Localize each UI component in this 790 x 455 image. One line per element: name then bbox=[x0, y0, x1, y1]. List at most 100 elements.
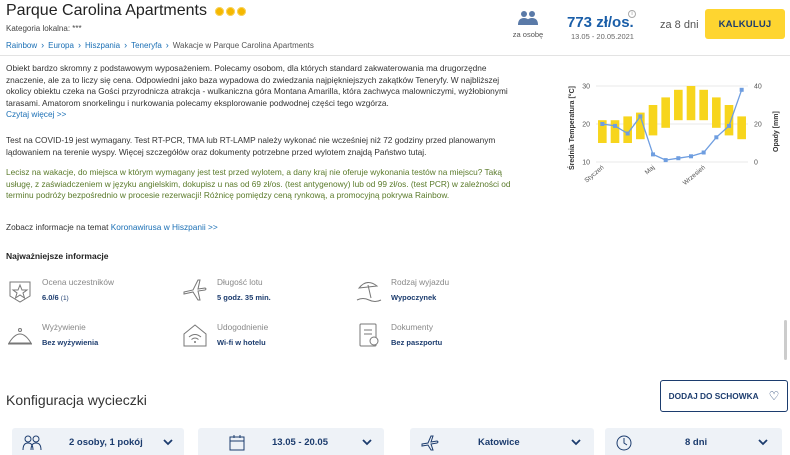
x-tick-label: Wrzesień bbox=[682, 164, 707, 187]
price-dates: 13.05 - 20.05.2021 bbox=[571, 32, 634, 41]
duration-value: 8 dni bbox=[685, 437, 708, 448]
persons-dropdown[interactable]: 2 osoby, 1 pokój bbox=[12, 428, 184, 455]
temperature-bar bbox=[724, 105, 734, 136]
departure-value: Katowice bbox=[478, 437, 520, 448]
price: 773 zł/os. bbox=[567, 14, 634, 31]
star-icon bbox=[237, 6, 246, 16]
chevron-right-icon: › bbox=[77, 40, 81, 50]
description-text: Obiekt bardzo skromny z podstawowym wypo… bbox=[6, 63, 508, 108]
chevron-down-icon bbox=[571, 439, 581, 446]
dates-value: 13.05 - 20.05 bbox=[272, 437, 328, 448]
document-icon bbox=[359, 323, 379, 347]
chevron-right-icon: › bbox=[41, 40, 45, 50]
info-value: Bez paszportu bbox=[391, 338, 443, 347]
info-value: Bez wyżywienia bbox=[42, 338, 99, 347]
y-tick-label-right: 20 bbox=[754, 122, 762, 129]
info-trip-type: Rodzaj wyjazdu Wypoczynek bbox=[355, 276, 515, 316]
info-value: 5 godz. 35 min. bbox=[217, 293, 271, 302]
page-title: Parque Carolina Apartments bbox=[6, 2, 248, 20]
chevron-down-icon bbox=[163, 439, 173, 446]
favorites-label: DODAJ DO SCHOWKA bbox=[668, 391, 759, 401]
precipitation-point bbox=[663, 158, 668, 163]
temperature-bar bbox=[699, 89, 708, 121]
info-key: Rodzaj wyjazdu bbox=[391, 277, 450, 287]
breadcrumb-link[interactable]: Hiszpania bbox=[85, 41, 120, 50]
chevron-right-icon: › bbox=[165, 40, 169, 50]
calculate-button[interactable]: KALKULUJ bbox=[705, 9, 785, 39]
covid-period: . bbox=[424, 146, 427, 157]
precipitation-point bbox=[651, 152, 655, 157]
y-tick-label-left: 10 bbox=[582, 160, 590, 167]
temperature-bar bbox=[661, 97, 670, 128]
corona-link[interactable]: Koronawirusa w Hiszpanii >> bbox=[111, 222, 218, 232]
y-axis-label-right: Opady [mm] bbox=[773, 111, 780, 152]
precipitation-point bbox=[739, 87, 744, 92]
precipitation-point bbox=[714, 135, 719, 140]
breadcrumb-current: Wakacje w Parque Carolina Apartments bbox=[172, 40, 314, 50]
hotel-name: Parque Carolina Apartments bbox=[6, 2, 207, 19]
description: Obiekt bardzo skromny z podstawowym wypo… bbox=[6, 63, 518, 121]
plane-icon bbox=[183, 279, 207, 301]
y-tick-label-left: 20 bbox=[582, 122, 590, 129]
precipitation-point bbox=[600, 122, 605, 126]
dates-dropdown[interactable]: 13.05 - 20.05 bbox=[198, 428, 384, 455]
breadcrumb-link[interactable]: Rainbow bbox=[6, 41, 37, 50]
star-badge-icon bbox=[9, 281, 31, 303]
chevron-right-icon: › bbox=[124, 40, 128, 50]
people-icon bbox=[518, 11, 538, 25]
covid-details-link[interactable]: tutaj bbox=[408, 147, 424, 157]
clock-icon bbox=[616, 435, 632, 451]
y-tick-label-right: 0 bbox=[754, 160, 758, 167]
corona-info: Zobacz informacje na temat Koronawirusa … bbox=[6, 222, 518, 234]
rating-stars bbox=[215, 6, 248, 16]
precipitation-point bbox=[727, 123, 731, 128]
precipitation-point bbox=[625, 131, 630, 136]
precipitation-point bbox=[689, 154, 693, 159]
chevron-down-icon bbox=[362, 439, 372, 446]
info-flight: Długość lotu 5 godz. 35 min. bbox=[181, 276, 341, 316]
temperature-bar bbox=[610, 120, 620, 143]
temperature-bar bbox=[674, 89, 683, 121]
breadcrumb-link[interactable]: Teneryfa bbox=[131, 41, 162, 50]
breadcrumb: Rainbow › Europa › Hiszpania › Teneryfa … bbox=[6, 40, 314, 50]
temperature-bar bbox=[686, 86, 696, 121]
info-icon[interactable]: i bbox=[628, 10, 636, 18]
info-amenity: Udogodnienie Wi-fi w hotelu bbox=[181, 321, 341, 361]
precipitation-point bbox=[613, 123, 617, 128]
precipitation-point bbox=[701, 150, 706, 155]
info-value: Wypoczynek bbox=[391, 293, 437, 302]
departure-dropdown[interactable]: Katowice bbox=[410, 428, 594, 455]
persons-selector[interactable]: za osobę bbox=[510, 10, 546, 39]
temperature-bar bbox=[737, 116, 746, 140]
info-key: Udogodnienie bbox=[217, 322, 269, 332]
read-more-link[interactable]: Czytaj więcej >> bbox=[6, 109, 66, 119]
info-key: Wyżywienie bbox=[42, 322, 86, 332]
trip-duration: za 8 dni bbox=[660, 19, 699, 31]
y-axis-label-left: Średnia Temperatura [°C] bbox=[567, 86, 576, 170]
persons-value: 2 osoby, 1 pokój bbox=[69, 437, 143, 448]
star-icon bbox=[226, 6, 235, 16]
key-info-title: Najważniejsze informacje bbox=[6, 251, 109, 261]
info-value: Wi-fi w hotelu bbox=[217, 338, 266, 347]
info-documents: Dokumenty Bez paszportu bbox=[355, 321, 515, 361]
x-tick-label: Styczeń bbox=[583, 164, 606, 184]
info-key: Dokumenty bbox=[391, 322, 433, 332]
local-category: Kategoria lokalna: *** bbox=[6, 24, 82, 33]
persons-label: za osobę bbox=[512, 30, 544, 39]
duration-dropdown[interactable]: 8 dni bbox=[605, 428, 782, 455]
calendar-icon bbox=[229, 435, 245, 451]
climate-chart: Średnia Temperatura [°C] Opady [mm] 10 20… bbox=[567, 84, 780, 187]
wifi-icon bbox=[183, 324, 207, 347]
breadcrumb-link[interactable]: Europa bbox=[48, 41, 74, 50]
header-divider bbox=[0, 55, 790, 56]
info-key: Ocena uczestników bbox=[42, 277, 114, 287]
beach-icon bbox=[356, 282, 382, 302]
scrollbar[interactable] bbox=[784, 320, 787, 360]
info-value: 6.0/6 (1) bbox=[42, 293, 69, 302]
add-to-favorites-button[interactable]: DODAJ DO SCHOWKA ♡ bbox=[660, 380, 788, 412]
covid-info: Test na COVID-19 jest wymagany. Test RT-… bbox=[6, 135, 518, 158]
precipitation-point bbox=[676, 156, 681, 161]
y-tick-label-right: 40 bbox=[754, 84, 762, 91]
x-tick-label: Maj bbox=[644, 164, 657, 176]
heart-icon: ♡ bbox=[768, 389, 780, 403]
